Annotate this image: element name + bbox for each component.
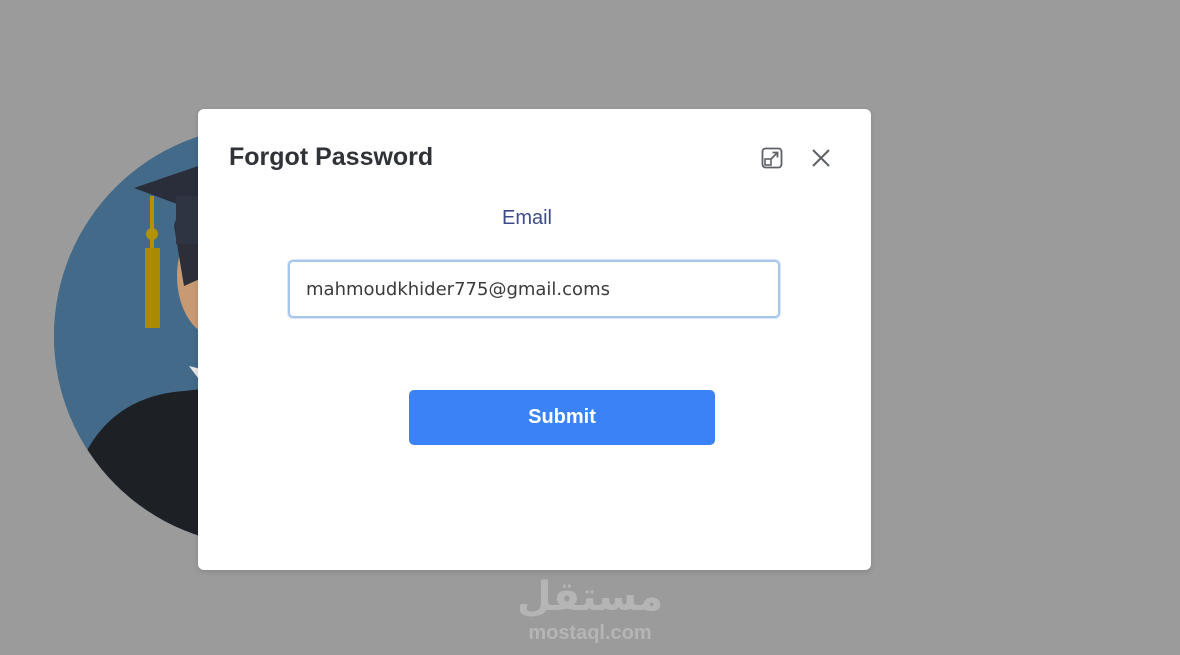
submit-button[interactable]: Submit xyxy=(409,390,715,445)
modal-title: Forgot Password xyxy=(229,143,434,171)
watermark-url: mostaql.com xyxy=(528,622,652,644)
modal-backdrop[interactable]: مستقل mostaql.com Forgot Password Email … xyxy=(0,0,1180,655)
close-icon xyxy=(812,149,830,167)
close-button[interactable] xyxy=(807,144,835,172)
email-label: Email xyxy=(501,207,552,229)
watermark-arabic: مستقل xyxy=(516,574,664,620)
expand-button[interactable] xyxy=(758,144,786,172)
expand-icon xyxy=(761,147,783,169)
email-input[interactable] xyxy=(288,260,780,318)
forgot-password-modal: Forgot Password Email Submit xyxy=(198,109,871,570)
watermark: مستقل mostaql.com xyxy=(470,572,710,644)
